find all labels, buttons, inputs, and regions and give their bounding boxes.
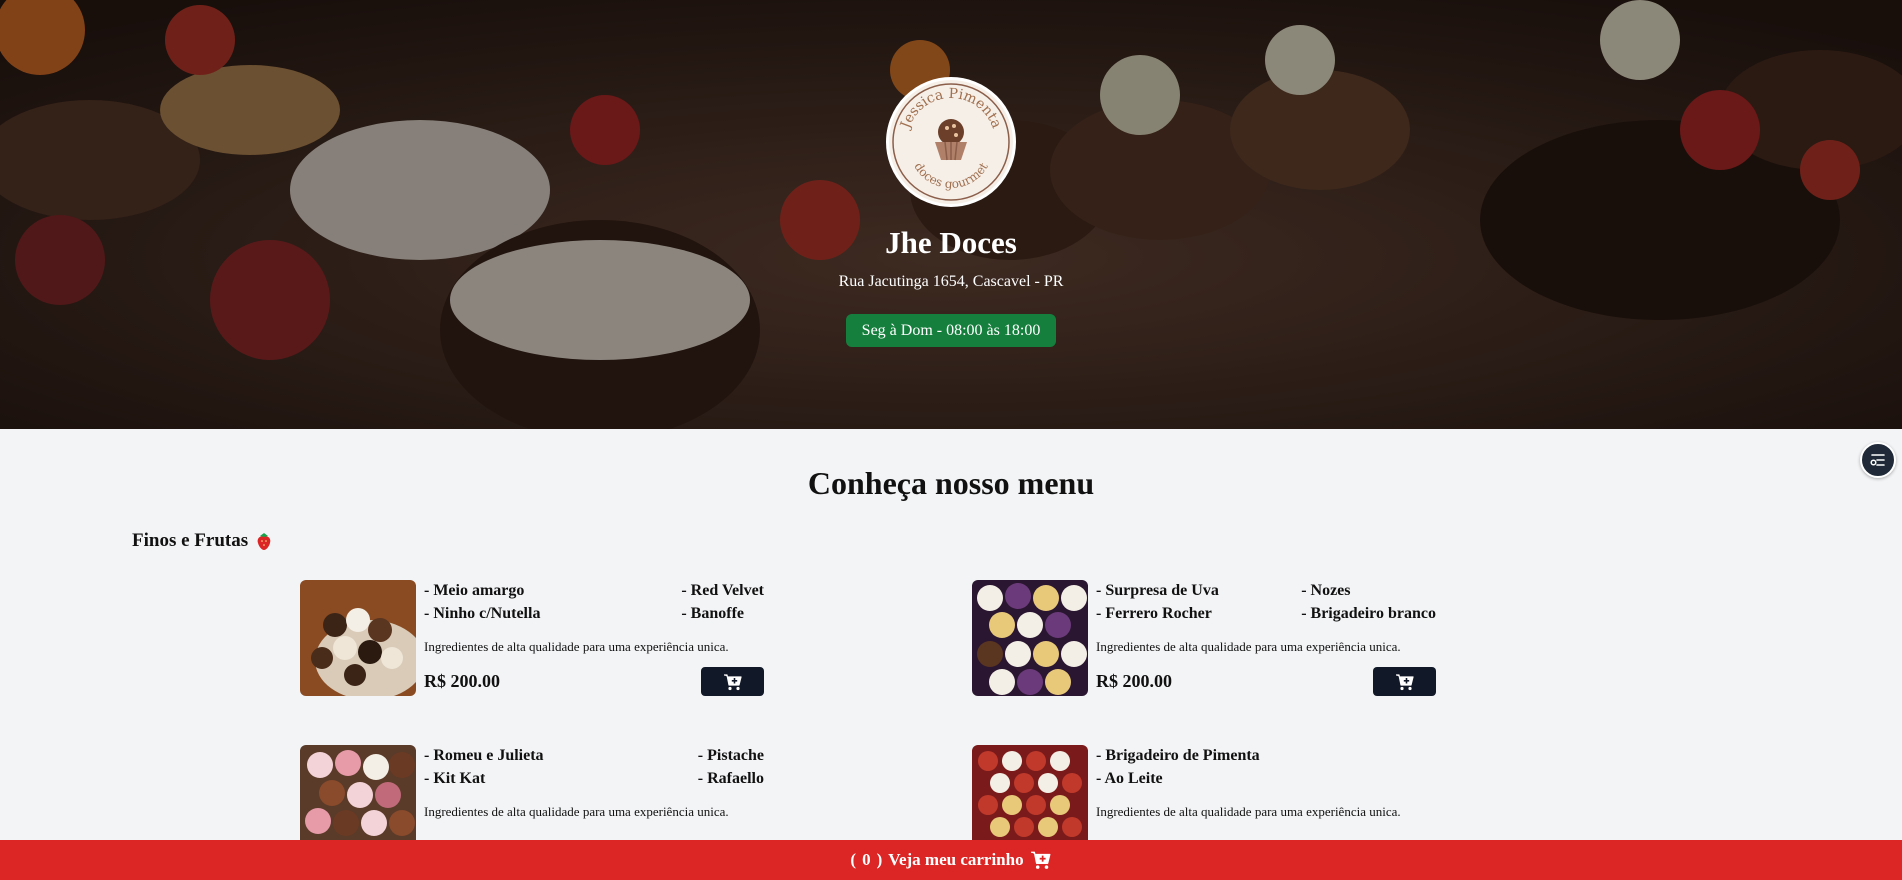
store-address: Rua Jacutinga 1654, Cascavel - PR (838, 273, 1064, 290)
flavor-item: - Ninho c/Nutella (424, 605, 541, 622)
price-row: R$ 200.00 (1096, 667, 1436, 696)
price-row: R$ 200.00 (424, 667, 764, 696)
product-description: Ingredientes de alta qualidade para uma … (424, 804, 729, 819)
view-cart-label: Veja meu carrinho (888, 850, 1024, 869)
cart-plus-icon (1395, 673, 1414, 690)
logo-cupcake-icon: Jessica Pimenta doces gourmet (892, 83, 1010, 201)
product-image (300, 580, 416, 696)
product-description: Ingredientes de alta qualidade para uma … (424, 639, 729, 654)
flavor-item: - Brigadeiro de Pimenta (1096, 747, 1260, 764)
flavor-item: - Banoffe (681, 605, 744, 622)
add-to-cart-button[interactable] (1373, 667, 1436, 696)
view-cart-bar[interactable]: ( 0 ) Veja meu carrinho (0, 840, 1902, 880)
product-image (972, 580, 1088, 696)
cart-plus-icon (1030, 851, 1051, 869)
hero-content: Jessica Pimenta doces gourmet Jhe Doces … (0, 0, 1902, 429)
cart-count-close: ) (876, 850, 883, 869)
flavor-item: - Ferrero Rocher (1096, 605, 1212, 622)
category-name: Finos e Frutas (132, 530, 249, 551)
add-to-cart-button[interactable] (701, 667, 764, 696)
product-card: - Surpresa de Uva - Nozes - Ferrero Roch… (972, 580, 1436, 696)
flavor-list: - Romeu e Julieta - Pistache - Kit Kat -… (424, 747, 764, 788)
opening-hours-badge: Seg à Dom - 08:00 às 18:00 (845, 314, 1057, 347)
strawberry-icon (257, 533, 271, 550)
hero-banner: Jessica Pimenta doces gourmet Jhe Doces … (0, 0, 1902, 429)
flavor-item: - Kit Kat (424, 770, 486, 787)
flavor-item: - Meio amargo (424, 582, 525, 599)
product-price: R$ 200.00 (424, 671, 500, 691)
flavor-item: - Red Velvet (681, 582, 764, 599)
flavor-item: - Ao Leite (1096, 770, 1163, 787)
flavor-item: - Pistache (697, 747, 764, 764)
cart-count: 0 (862, 850, 871, 869)
brand-logo: Jessica Pimenta doces gourmet (886, 77, 1016, 207)
flavor-list: - Meio amargo - Red Velvet - Ninho c/Nut… (424, 582, 764, 623)
flavor-item: - Romeu e Julieta (424, 747, 544, 764)
flavor-item: - Brigadeiro branco (1301, 605, 1436, 622)
product-price: R$ 200.00 (1096, 671, 1172, 691)
product-info: - Surpresa de Uva - Nozes - Ferrero Roch… (1096, 580, 1436, 696)
flavor-list: - Brigadeiro de Pimenta - Ao Leite (1096, 747, 1436, 788)
product-card: - Meio amargo - Red Velvet - Ninho c/Nut… (300, 580, 764, 696)
flavor-item: - Rafaello (697, 770, 764, 787)
flavor-item: - Surpresa de Uva (1096, 582, 1219, 599)
flavor-item: - Nozes (1301, 582, 1351, 599)
product-description: Ingredientes de alta qualidade para uma … (1096, 804, 1401, 819)
cart-plus-icon (723, 673, 742, 690)
product-info: - Meio amargo - Red Velvet - Ninho c/Nut… (424, 580, 764, 696)
menu-title: Conheça nosso menu (807, 465, 1095, 501)
cart-count-open: ( (850, 850, 857, 869)
product-description: Ingredientes de alta qualidade para uma … (1096, 639, 1401, 654)
brand-name: Jhe Doces (885, 225, 1017, 260)
flavor-list: - Surpresa de Uva - Nozes - Ferrero Roch… (1096, 582, 1436, 623)
category-heading: Finos e Frutas (132, 530, 272, 552)
